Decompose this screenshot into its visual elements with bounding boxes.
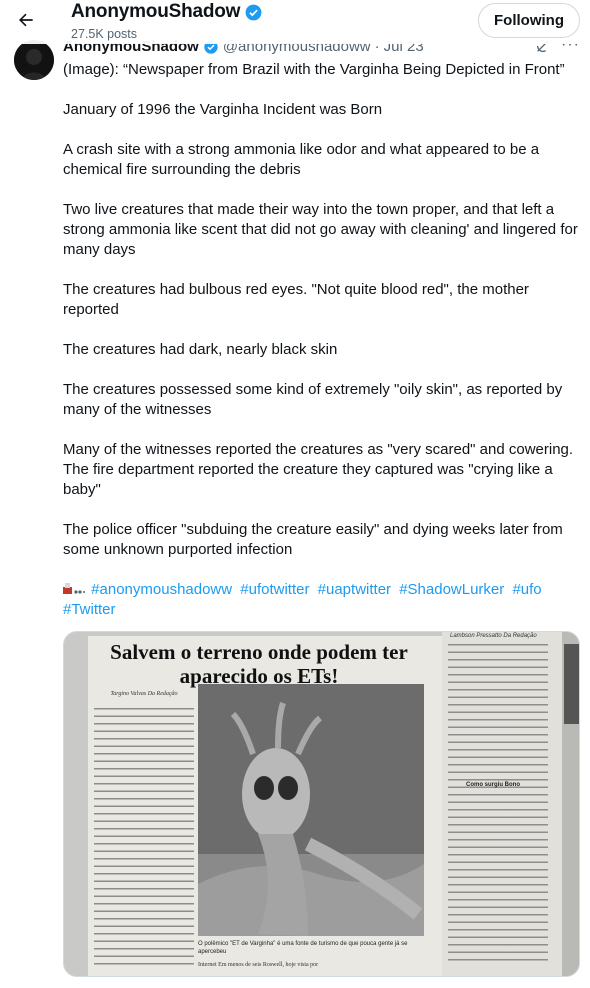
following-button[interactable]: Following — [478, 3, 580, 38]
profile-display-name: AnonymouShadow — [71, 1, 241, 22]
newspaper-emoji-icon — [63, 583, 85, 594]
post-paragraph: January of 1996 the Varginha Incident wa… — [63, 101, 383, 118]
hashtag-link[interactable]: #uaptwitter — [318, 581, 391, 598]
hashtag-list: #anonymoushadoww #ufotwitter #uaptwitter… — [63, 580, 583, 620]
post-paragraph: The creatures possessed some kind of ext… — [63, 381, 563, 418]
newspaper-side-photo — [564, 644, 579, 724]
hashtag-link[interactable]: #Twitter — [63, 601, 116, 618]
newspaper-right-byline: Lambson Pressatto Da Redação — [450, 633, 537, 639]
photo-caption: O polêmico "ET de Varginha" é uma fonte … — [198, 941, 408, 955]
newspaper-column-text — [448, 644, 548, 964]
newspaper-column-text — [94, 708, 194, 968]
profile-header-title: AnonymouShadow — [71, 1, 263, 23]
post-paragraph: The creatures had dark, nearly black ski… — [63, 341, 338, 358]
post-paragraph: The police officer "subduing the creatur… — [63, 521, 563, 558]
newspaper-byline: Targino Valvas Da Redação — [110, 691, 178, 697]
hashtag-link[interactable]: #ShadowLurker — [399, 581, 504, 598]
post-paragraph: Two live creatures that made their way i… — [63, 201, 578, 258]
post-count: 27.5K posts — [71, 27, 138, 41]
post-paragraph: (Image): “Newspaper from Brazil with the… — [63, 61, 565, 78]
newspaper-right-subhead: Como surgiu Bono — [466, 782, 520, 788]
hashtag-link[interactable]: #anonymoushadoww — [91, 581, 232, 598]
post-image[interactable]: Salvem o terreno onde podem ter aparecid… — [63, 631, 580, 977]
post-paragraph: A crash site with a strong ammonia like … — [63, 141, 540, 178]
hashtag-link[interactable]: #ufo — [512, 581, 541, 598]
creature-photo — [198, 684, 424, 936]
post-paragraph: Many of the witnesses reported the creat… — [63, 441, 574, 498]
arrow-left-icon — [19, 13, 33, 27]
post-text: (Image): “Newspaper from Brazil with the… — [63, 60, 583, 580]
post-paragraph: The creatures had bulbous red eyes. "Not… — [63, 281, 529, 318]
newspaper-headline: Salvem o terreno onde podem ter aparecid… — [110, 640, 408, 688]
verified-badge-icon — [245, 4, 262, 20]
avatar[interactable] — [14, 40, 54, 80]
newspaper-bottom-text: Internet Em menos de seis Roswell, hoje … — [198, 962, 319, 968]
hashtag-link[interactable]: #ufotwitter — [240, 581, 309, 598]
top-bar: AnonymouShadow 27.5K posts Following — [0, 0, 590, 44]
back-button[interactable] — [12, 6, 40, 34]
